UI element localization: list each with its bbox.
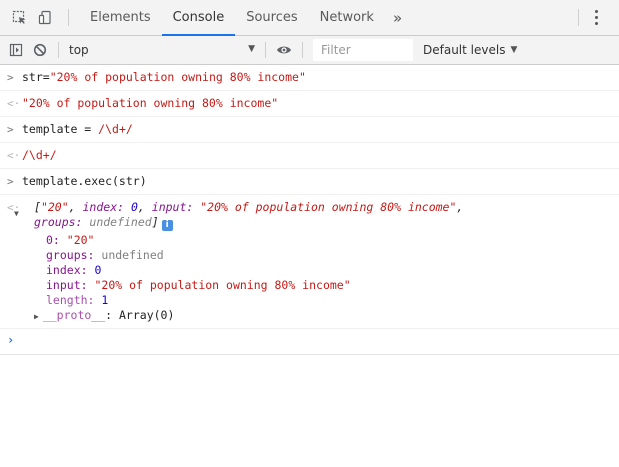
context-value: top <box>69 43 89 57</box>
console-toolbar: top ▼ Filter Default levels ▼ <box>0 36 619 65</box>
object-tree: 0: "20" groups: undefined index: 0 input… <box>0 233 615 324</box>
tree-item-proto[interactable]: ▶ __proto__: Array(0) <box>0 308 615 324</box>
tab-label: Elements <box>90 10 151 25</box>
tree-item-0: 0: "20" <box>46 233 95 247</box>
tree-item-length: length: 1 <box>46 293 109 307</box>
result-arrow-icon: <· <box>7 149 21 162</box>
array-preview[interactable]: ["20", index: 0, input: "20% of populati… <box>34 200 615 215</box>
console-input-line: > str="20% of population owning 80% inco… <box>0 65 619 91</box>
filter-input[interactable]: Filter <box>313 39 413 61</box>
toolbar-separator <box>58 42 59 58</box>
toolbar-separator <box>302 42 303 58</box>
tab-elements[interactable]: Elements <box>79 0 162 35</box>
input-code-string: "20% of population owning 80% income" <box>49 70 306 84</box>
tabbar-separator <box>578 9 579 26</box>
input-code-prefix: str= <box>22 70 50 84</box>
toolbar-separator <box>265 42 266 58</box>
result-value: /\d+/ <box>22 148 57 162</box>
sidebar-toggle-icon[interactable] <box>4 36 28 64</box>
clear-console-icon[interactable] <box>28 36 52 64</box>
dropdown-arrow-icon: ▼ <box>510 45 518 55</box>
collapse-triangle-icon[interactable]: ▼ <box>14 206 19 221</box>
console-result-object: <· ▼ ["20", index: 0, input: "20% of pop… <box>0 195 619 329</box>
input-code-prefix: template = <box>22 122 99 136</box>
console-result-line: <· "20% of population owning 80% income" <box>0 91 619 117</box>
tab-network[interactable]: Network <box>309 0 385 35</box>
log-levels-dropdown[interactable]: Default levels ▼ <box>423 43 517 57</box>
devtools-tabbar: Elements Console Sources Network » <box>0 0 619 36</box>
filter-placeholder: Filter <box>321 43 351 57</box>
tab-label: Console <box>172 10 225 25</box>
info-icon[interactable]: i <box>161 220 173 231</box>
more-tabs-button[interactable]: » <box>385 0 410 35</box>
input-code-regex: /\d+/ <box>98 122 133 136</box>
array-preview-cont: groups: undefined] i <box>34 215 615 231</box>
expand-triangle-icon[interactable]: ▶ <box>34 312 39 321</box>
context-selector[interactable]: top ▼ <box>65 36 259 64</box>
console-input-line: > template.exec(str) <box>0 169 619 195</box>
input-chevron-icon: > <box>7 71 14 84</box>
input-chevron-icon: > <box>7 123 14 136</box>
tree-item-input: input: "20% of population owning 80% inc… <box>46 278 351 292</box>
result-arrow-icon: <· <box>7 97 21 110</box>
prompt-chevron-icon: › <box>7 333 15 347</box>
more-options-icon[interactable] <box>583 0 609 35</box>
live-expression-eye-icon[interactable] <box>272 36 296 64</box>
tree-item-index: index: 0 <box>46 263 102 277</box>
input-code: template.exec(str) <box>22 174 147 188</box>
tab-console[interactable]: Console <box>161 0 236 36</box>
tabbar-separator <box>68 9 69 26</box>
tree-item-groups: groups: undefined <box>46 248 164 262</box>
device-toolbar-icon[interactable] <box>32 0 58 35</box>
levels-label: Default levels <box>423 43 506 57</box>
tab-sources[interactable]: Sources <box>235 0 308 35</box>
inspect-element-icon[interactable] <box>6 0 32 35</box>
console-output: > str="20% of population owning 80% inco… <box>0 65 619 355</box>
console-prompt[interactable]: › <box>0 329 619 355</box>
devtools-window: Elements Console Sources Network » top ▼ <box>0 0 619 467</box>
dropdown-arrow-icon: ▼ <box>248 44 255 54</box>
console-result-line: <· /\d+/ <box>0 143 619 169</box>
tab-label: Sources <box>246 10 298 25</box>
input-chevron-icon: > <box>7 175 14 188</box>
console-input-line: > template = /\d+/ <box>0 117 619 143</box>
tab-label: Network <box>319 10 374 25</box>
result-value: "20% of population owning 80% income" <box>22 96 279 110</box>
